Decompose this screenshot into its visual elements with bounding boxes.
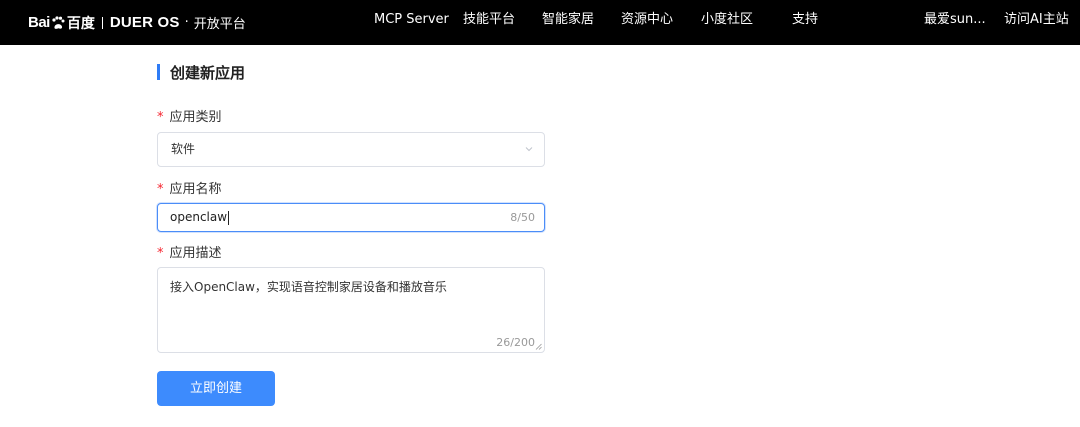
dueros-product-text: DUER [109,14,154,31]
dueros-os-text: OS [157,14,180,31]
visit-ai-site-link[interactable]: 访问AI主站 [1004,0,1069,45]
required-mark: * [157,110,164,125]
chevron-down-icon [525,147,533,152]
description-label: * 应用描述 [157,242,222,261]
page-title-text: 创建新应用 [170,63,246,82]
baidu-logo-cn: 百度 [66,15,95,32]
description-label-text: 应用描述 [169,246,222,261]
app-description-value: 接入OpenClaw，实现语音控制家居设备和播放音乐 [170,280,447,294]
nav-mcp-server[interactable]: MCP Server [374,0,449,45]
app-description-char-counter: 26/200 [496,336,535,349]
dueros-logo[interactable]: Bai 百度 DUER OS · 开放平台 [28,0,246,45]
baidu-logo-text: Bai [28,14,50,31]
logo-dot: · [184,15,189,30]
text-caret [228,210,230,225]
category-label-text: 应用类别 [169,110,222,125]
nav-xiaodu-community[interactable]: 小度社区 [701,0,753,45]
dueros-logo-text: DUER OS [110,14,180,31]
title-accent-bar [157,64,160,80]
nav-smart-home[interactable]: 智能家居 [542,0,594,45]
name-label-text: 应用名称 [169,182,222,197]
app-name-input[interactable]: openclaw 8/50 [157,203,545,232]
user-account-menu[interactable]: 最爱sun... [924,0,986,45]
required-mark: * [157,182,164,197]
open-platform-label: 开放平台 [193,17,246,32]
page-title: 创建新应用 [157,63,246,82]
nav-resource-center[interactable]: 资源中心 [621,0,673,45]
app-description-textarea[interactable]: 接入OpenClaw，实现语音控制家居设备和播放音乐 26/200 [157,267,545,353]
app-name-char-counter: 8/50 [510,211,535,224]
app-name-value: openclaw [170,204,230,231]
category-label: * 应用类别 [157,106,222,125]
create-now-button[interactable]: 立即创建 [157,371,275,406]
category-select-value: 软件 [171,142,196,156]
app-name-text: openclaw [170,210,228,224]
baidu-paw-icon [52,15,65,29]
category-select[interactable]: 软件 [157,132,545,167]
resize-handle-icon[interactable] [535,343,542,350]
nav-skill-platform[interactable]: 技能平台 [463,0,515,45]
nav-support[interactable]: 支持 [792,0,818,45]
name-label: * 应用名称 [157,178,222,197]
required-mark: * [157,246,164,261]
top-nav-bar: Bai 百度 DUER OS · 开放平台 MCP Server 技能平台 智能… [0,0,1080,45]
logo-divider [101,16,103,29]
